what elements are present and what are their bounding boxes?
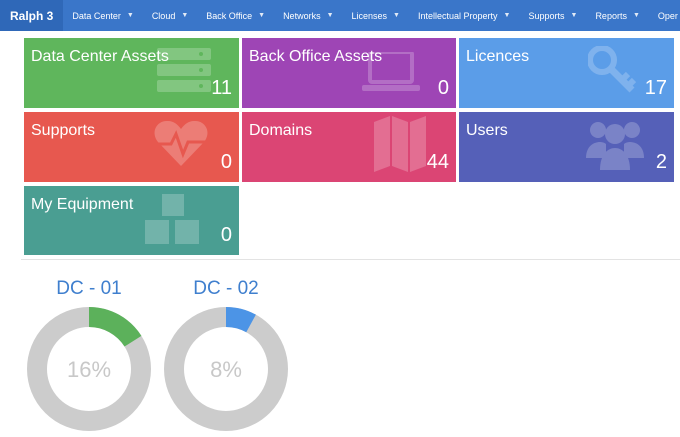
caret-down-icon: ▼ — [126, 12, 134, 19]
tile-title: Data Center Assets — [31, 48, 169, 65]
tile-count: 0 — [220, 224, 232, 246]
key-icon — [588, 46, 638, 94]
donut-percent: 8% — [210, 357, 242, 382]
tile-count: 17 — [644, 77, 667, 99]
tile-title: Licences — [466, 48, 530, 65]
tile-users[interactable]: Users 2 — [459, 112, 674, 182]
tile-my-equipment[interactable]: My Equipment 0 — [24, 186, 239, 255]
dc-title: DC - 02 — [193, 278, 259, 299]
top-navbar: Ralph 3 Data Center ▼ Cloud ▼ Back Office ▼… — [0, 0, 680, 31]
tile-licences[interactable]: Licences 17 — [459, 38, 674, 108]
nav-label: Networks — [283, 10, 321, 21]
heartbeat-icon — [153, 120, 209, 168]
dc-01-widget[interactable]: DC - 01 16% — [24, 278, 154, 433]
tile-count: 0 — [220, 151, 232, 173]
nav-cloud[interactable]: Cloud ▼ — [143, 0, 197, 31]
tile-back-office-assets[interactable]: Back Office Assets 0 — [242, 38, 456, 108]
caret-down-icon: ▼ — [503, 12, 511, 19]
nav-networks[interactable]: Networks ▼ — [274, 0, 342, 31]
tile-count: 44 — [426, 151, 449, 173]
users-icon — [586, 118, 644, 170]
caret-down-icon: ▼ — [326, 12, 334, 19]
caret-down-icon: ▼ — [570, 12, 578, 19]
dc-01-donut: 16% — [27, 307, 151, 431]
nav-label: Back Office — [206, 10, 253, 21]
nav-label: Supports — [528, 10, 565, 21]
dc-02-donut: 8% — [164, 307, 288, 431]
nav-intellectual-property[interactable]: Intellectual Property ▼ — [409, 0, 519, 31]
nav-supports[interactable]: Supports ▼ — [519, 0, 586, 31]
tile-count: 2 — [655, 151, 667, 173]
section-divider — [21, 259, 680, 260]
caret-down-icon: ▼ — [393, 12, 400, 19]
cubes-icon — [145, 194, 203, 246]
tile-title: Domains — [249, 122, 313, 139]
map-icon — [374, 116, 426, 172]
nav-operations[interactable]: Oper — [649, 0, 680, 31]
nav-label: Intellectual Property — [417, 10, 498, 21]
donut-percent: 16% — [67, 357, 111, 382]
nav-label: Cloud — [151, 10, 176, 21]
nav-label: Reports — [595, 10, 627, 21]
caret-down-icon: ▼ — [181, 12, 189, 19]
nav-reports[interactable]: Reports ▼ — [586, 0, 648, 31]
nav-licenses[interactable]: Licenses ▼ — [343, 0, 409, 31]
tile-title: Users — [466, 122, 508, 139]
tile-title: My Equipment — [31, 196, 134, 213]
tile-title: Supports — [31, 122, 96, 139]
caret-down-icon: ▼ — [258, 12, 266, 19]
dc-title: DC - 01 — [56, 278, 122, 299]
tile-data-center-assets[interactable]: Data Center Assets 11 — [24, 38, 239, 108]
tile-count: 0 — [437, 77, 449, 99]
tile-supports[interactable]: Supports 0 — [24, 112, 239, 182]
nav-data-center[interactable]: Data Center ▼ — [63, 0, 142, 31]
nav-back-office[interactable]: Back Office ▼ — [197, 0, 274, 31]
caret-down-icon: ▼ — [632, 12, 640, 19]
brand-logo[interactable]: Ralph 3 — [0, 0, 64, 31]
tile-count: 11 — [211, 77, 232, 99]
nav-label: Oper — [657, 10, 678, 21]
dc-02-widget[interactable]: DC - 02 8% — [161, 278, 291, 433]
tile-title: Back Office Assets — [249, 48, 383, 65]
nav-label: Licenses — [351, 10, 388, 21]
nav-label: Data Center — [72, 10, 121, 21]
tile-domains[interactable]: Domains 44 — [242, 112, 456, 182]
